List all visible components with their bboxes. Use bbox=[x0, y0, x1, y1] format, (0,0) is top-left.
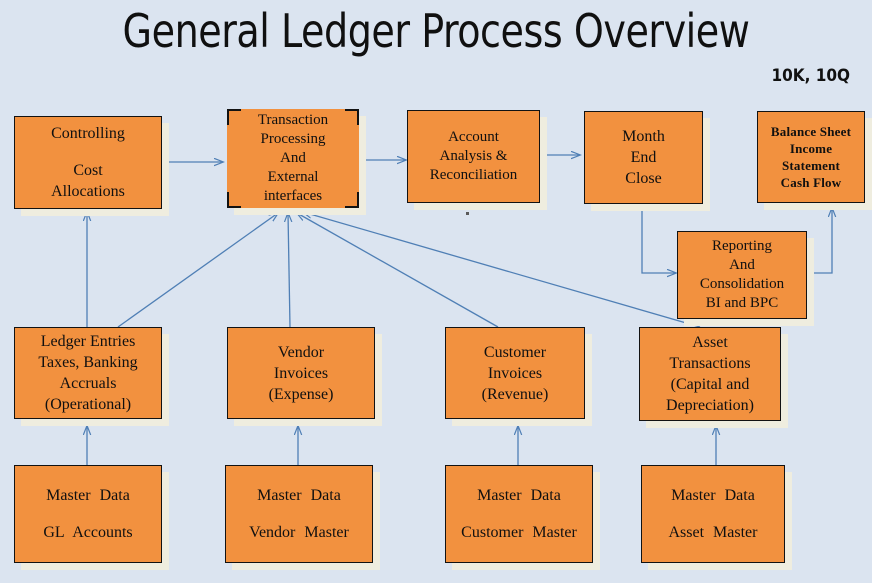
node-master-data-asset[interactable]: Master Data Asset Master bbox=[641, 465, 785, 563]
node-controlling-line-3: Allocations bbox=[51, 183, 125, 200]
arrow-asset-transactions-to-transaction bbox=[303, 212, 701, 328]
node-master-customer-line-2: Customer Master bbox=[461, 524, 577, 541]
arrow-ledger-entries-to-transaction bbox=[117, 213, 278, 328]
node-financial-statements-line-1: Balance Sheet bbox=[770, 124, 852, 139]
node-month-end-close[interactable]: Month End Close bbox=[584, 111, 703, 204]
node-vendor-invoices[interactable]: Vendor Invoices (Expense) bbox=[227, 327, 375, 419]
node-reporting-line-2: And bbox=[729, 257, 755, 273]
node-controlling-line-2: Cost bbox=[73, 162, 103, 179]
node-account-analysis-line-3: Reconciliation bbox=[429, 167, 518, 183]
node-reporting-line-4: BI and BPC bbox=[705, 295, 779, 311]
node-reporting-line-1: Reporting bbox=[712, 238, 772, 254]
node-month-end-line-3: Close bbox=[625, 170, 662, 187]
node-account-analysis-line-2: Analysis & bbox=[439, 148, 508, 164]
node-reporting-consolidation[interactable]: Reporting And Consolidation BI and BPC bbox=[677, 231, 807, 319]
node-master-gl-line-2: GL Accounts bbox=[43, 524, 133, 541]
node-ledger-entries-line-3: Accruals bbox=[59, 375, 117, 392]
node-customer-invoices-line-2: Invoices bbox=[487, 364, 543, 382]
arrow-vendor-invoices-to-transaction bbox=[288, 213, 290, 328]
node-master-vendor-line-1: Master Data bbox=[257, 487, 341, 504]
node-customer-invoices[interactable]: Customer Invoices (Revenue) bbox=[445, 327, 585, 419]
node-vendor-invoices-line-2: Invoices bbox=[273, 364, 329, 382]
node-reporting-line-3: Consolidation bbox=[699, 276, 785, 292]
node-month-end-line-1: Month bbox=[622, 128, 665, 145]
node-asset-transactions-line-3: (Capital and bbox=[670, 376, 750, 393]
page-title: General Ledger Process Overview bbox=[122, 4, 750, 58]
node-transaction-line-4: External bbox=[267, 169, 319, 185]
node-master-asset-line-1: Master Data bbox=[671, 487, 755, 504]
node-master-customer-line-1: Master Data bbox=[477, 487, 561, 504]
stray-dot-artifact bbox=[466, 212, 469, 215]
node-vendor-invoices-line-1: Vendor bbox=[277, 343, 325, 361]
node-transaction-line-5: interfaces bbox=[263, 188, 323, 204]
node-ledger-entries-line-4: (Operational) bbox=[44, 396, 132, 413]
diagram-canvas: General Ledger Process Overview 10K, 10Q bbox=[0, 0, 872, 583]
node-controlling[interactable]: Controlling Cost Allocations bbox=[14, 116, 162, 209]
node-asset-transactions-line-1: Asset bbox=[692, 334, 728, 351]
arrow-customer-invoices-to-transaction bbox=[297, 213, 499, 328]
node-financial-statements-line-2: Income bbox=[789, 141, 833, 156]
node-transaction-line-2: Processing bbox=[260, 131, 326, 147]
node-ledger-entries-line-2: Taxes, Banking bbox=[38, 354, 138, 371]
node-vendor-invoices-line-3: (Expense) bbox=[268, 385, 334, 403]
node-transaction-line-1: Transaction bbox=[257, 112, 329, 128]
node-account-analysis-line-1: Account bbox=[448, 129, 499, 145]
node-transaction-line-3: And bbox=[280, 150, 306, 166]
node-controlling-line-1: Controlling bbox=[51, 125, 125, 142]
arrow-month-end-to-reporting bbox=[641, 205, 676, 273]
node-master-data-vendor[interactable]: Master Data Vendor Master bbox=[225, 465, 373, 563]
node-financial-statements[interactable]: Balance Sheet Income Statement Cash Flow bbox=[757, 111, 865, 203]
node-account-analysis[interactable]: Account Analysis & Reconciliation bbox=[407, 110, 540, 203]
node-master-data-customer[interactable]: Master Data Customer Master bbox=[445, 465, 593, 563]
node-asset-transactions-line-4: Depreciation) bbox=[666, 397, 754, 414]
node-ledger-entries-line-1: Ledger Entries bbox=[40, 333, 136, 350]
node-customer-invoices-line-3: (Revenue) bbox=[481, 385, 549, 403]
node-financial-statements-line-3: Statement bbox=[781, 158, 841, 173]
node-financial-statements-line-4: Cash Flow bbox=[780, 175, 842, 190]
node-master-gl-line-1: Master Data bbox=[46, 487, 130, 504]
node-customer-invoices-line-1: Customer bbox=[483, 343, 547, 361]
node-asset-transactions-line-2: Transactions bbox=[669, 355, 751, 372]
node-master-asset-line-2: Asset Master bbox=[668, 524, 758, 541]
node-month-end-line-2: End bbox=[630, 149, 657, 166]
node-asset-transactions[interactable]: Asset Transactions (Capital and Deprecia… bbox=[639, 327, 781, 421]
node-master-vendor-line-2: Vendor Master bbox=[249, 524, 349, 541]
node-ledger-entries[interactable]: Ledger Entries Taxes, Banking Accruals (… bbox=[14, 327, 162, 419]
node-transaction-processing[interactable]: Transaction Processing And External inte… bbox=[227, 109, 359, 208]
corner-note-10k-10q: 10K, 10Q bbox=[771, 66, 850, 86]
node-master-data-gl[interactable]: Master Data GL Accounts bbox=[14, 465, 162, 563]
